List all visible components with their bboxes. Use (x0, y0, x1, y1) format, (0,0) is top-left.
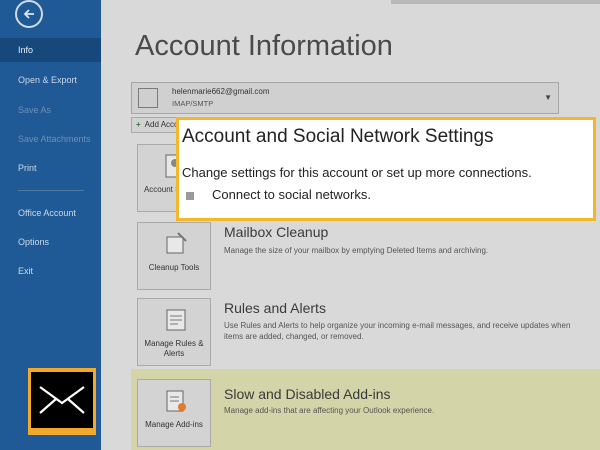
addins-desc: Manage add-ins that are affecting your O… (224, 406, 435, 415)
nav-open-export[interactable]: Open & Export (0, 68, 101, 92)
page-title: Account Information (135, 30, 393, 62)
cleanup-tools-icon (166, 232, 187, 254)
mailbox-cleanup-title: Mailbox Cleanup (224, 224, 329, 240)
nav-save-attachments[interactable]: Save Attachments (0, 127, 101, 151)
manage-addins-tile[interactable]: Manage Add-ins (137, 379, 211, 447)
callout-desc: Change settings for this account or set … (182, 165, 532, 180)
envelope-icon (39, 386, 85, 414)
main-panel: Account Information helenmarie662@gmail.… (101, 0, 600, 450)
nav-save-as[interactable]: Save As (0, 98, 101, 122)
addins-title: Slow and Disabled Add-ins (224, 386, 391, 402)
plus-icon: + (136, 120, 141, 129)
nav-divider (18, 190, 84, 191)
manage-rules-label: Manage Rules & Alerts (144, 339, 204, 358)
manage-addins-label: Manage Add-ins (145, 420, 203, 429)
account-email: helenmarie662@gmail.com (172, 87, 270, 96)
bullet-icon (186, 192, 194, 200)
account-icon (138, 88, 158, 108)
cleanup-tools-label: Cleanup Tools (148, 263, 200, 272)
nav-options[interactable]: Options (0, 230, 101, 254)
connect-social-link[interactable]: Connect to social networks. (212, 187, 371, 202)
nav-office-account[interactable]: Office Account (0, 201, 101, 225)
top-strip (391, 0, 600, 4)
rules-alerts-icon (166, 309, 186, 331)
nav-info[interactable]: Info (0, 38, 101, 62)
nav-print[interactable]: Print (0, 156, 101, 180)
back-arrow-icon (23, 9, 34, 19)
addins-icon (166, 390, 186, 412)
rules-alerts-title: Rules and Alerts (224, 300, 326, 316)
account-type: IMAP/SMTP (172, 99, 214, 108)
mail-logo (28, 368, 96, 435)
back-button[interactable] (15, 0, 43, 28)
callout-title: Account and Social Network Settings (182, 126, 494, 147)
rules-alerts-desc: Use Rules and Alerts to help organize yo… (224, 321, 571, 341)
manage-rules-tile[interactable]: Manage Rules & Alerts (137, 298, 211, 366)
account-dropdown[interactable]: helenmarie662@gmail.com IMAP/SMTP ▼ (131, 82, 559, 114)
cleanup-tools-tile[interactable]: Cleanup Tools (137, 222, 211, 290)
account-settings-callout: Account and Social Network Settings Chan… (176, 117, 596, 221)
nav-exit[interactable]: Exit (0, 259, 101, 283)
caret-down-icon: ▼ (544, 93, 552, 102)
mailbox-cleanup-desc: Manage the size of your mailbox by empty… (224, 246, 489, 255)
